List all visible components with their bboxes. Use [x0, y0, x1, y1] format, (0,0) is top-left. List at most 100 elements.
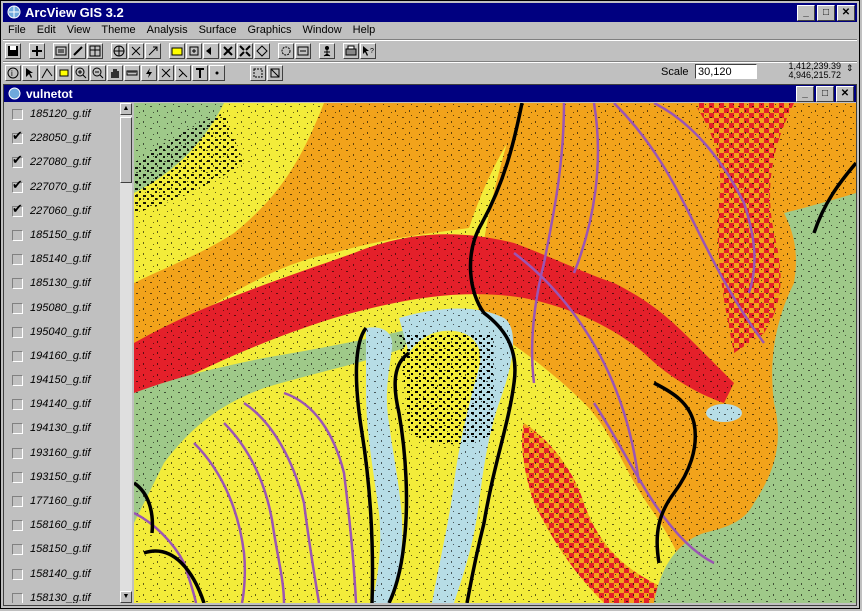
- toc-theme-item[interactable]: ✔ 227080_g.tif: [6, 151, 132, 175]
- menu-view[interactable]: View: [66, 24, 92, 40]
- menu-window[interactable]: Window: [302, 24, 343, 40]
- hotlink-tool[interactable]: [141, 65, 157, 81]
- theme-visibility-checkbox[interactable]: [12, 399, 23, 411]
- menu-surface[interactable]: Surface: [198, 24, 238, 40]
- zoom-full-extent-button[interactable]: [111, 43, 127, 59]
- theme-visibility-checkbox[interactable]: [12, 592, 23, 603]
- theme-visibility-checkbox[interactable]: [12, 229, 23, 241]
- toc-theme-item[interactable]: ✔ 227070_g.tif: [6, 176, 132, 200]
- view-maximize-button[interactable]: □: [816, 86, 834, 102]
- snap-icon: [253, 68, 263, 78]
- minimize-button[interactable]: _: [797, 5, 815, 21]
- find-button[interactable]: [254, 43, 270, 59]
- menu-theme[interactable]: Theme: [100, 24, 136, 40]
- theme-visibility-checkbox[interactable]: [12, 375, 23, 387]
- menu-graphics[interactable]: Graphics: [247, 24, 293, 40]
- toc-theme-item[interactable]: 194140_g.tif: [6, 393, 132, 417]
- theme-visibility-checkbox[interactable]: [12, 496, 23, 507]
- general-snap-tool[interactable]: [267, 65, 283, 81]
- pointer-tool[interactable]: [22, 65, 38, 81]
- help-button[interactable]: ?: [360, 43, 376, 59]
- print-button[interactable]: [343, 43, 359, 59]
- toc-theme-item[interactable]: 194160_g.tif: [6, 345, 132, 369]
- arrow-pointer-icon: [26, 68, 33, 78]
- zoom-in-button[interactable]: [186, 43, 202, 59]
- theme-visibility-checkbox[interactable]: [12, 423, 23, 435]
- toc-theme-item[interactable]: 195040_g.tif: [6, 321, 132, 345]
- theme-visibility-checkbox[interactable]: [12, 302, 23, 314]
- vertex-edit-tool[interactable]: [39, 65, 55, 81]
- menu-analysis[interactable]: Analysis: [146, 24, 189, 40]
- theme-visibility-checkbox[interactable]: [12, 278, 23, 290]
- zoom-out-tool[interactable]: [90, 65, 106, 81]
- add-theme-button[interactable]: [29, 43, 45, 59]
- draw-point-tool[interactable]: [209, 65, 225, 81]
- scroll-down-button[interactable]: ▼: [120, 591, 132, 603]
- view-titlebar[interactable]: vulnetot _ □ ✕: [4, 85, 856, 102]
- identify-tool[interactable]: i: [5, 65, 21, 81]
- view-minimize-button[interactable]: _: [796, 86, 814, 102]
- theme-visibility-checkbox[interactable]: [12, 471, 23, 483]
- toc-theme-item[interactable]: 158140_g.tif: [6, 563, 132, 587]
- theme-label: 158160_g.tif: [30, 519, 91, 532]
- text-tool[interactable]: [192, 65, 208, 81]
- menu-file[interactable]: File: [7, 24, 27, 40]
- snap-tool[interactable]: [250, 65, 266, 81]
- toc-theme-item[interactable]: 194130_g.tif: [6, 417, 132, 441]
- query-builder-button[interactable]: [278, 43, 294, 59]
- coordinate-arrows-icon: ⇕: [846, 63, 854, 73]
- map-display[interactable]: [134, 103, 856, 603]
- toc-theme-item[interactable]: 158150_g.tif: [6, 538, 132, 562]
- toc-theme-item[interactable]: 185130_g.tif: [6, 272, 132, 296]
- scroll-thumb[interactable]: [120, 117, 132, 183]
- theme-visibility-checkbox[interactable]: [12, 568, 23, 580]
- toc-theme-item[interactable]: 194150_g.tif: [6, 369, 132, 393]
- toc-theme-item[interactable]: 158130_g.tif: [6, 587, 132, 603]
- select-feature-tool[interactable]: [56, 65, 72, 81]
- open-table-button[interactable]: [87, 43, 103, 59]
- toc-scrollbar[interactable]: ▲ ▼: [120, 103, 132, 603]
- pan-extent-button[interactable]: [237, 43, 253, 59]
- toc-theme-item[interactable]: 195080_g.tif: [6, 297, 132, 321]
- hot-link-button[interactable]: [319, 43, 335, 59]
- close-button[interactable]: ✕: [837, 5, 855, 21]
- clear-selection-button[interactable]: [220, 43, 236, 59]
- theme-visibility-checkbox[interactable]: [12, 326, 23, 338]
- save-project-button[interactable]: [5, 43, 21, 59]
- pan-tool[interactable]: [107, 65, 123, 81]
- measure-tool[interactable]: [124, 65, 140, 81]
- theme-visibility-checkbox[interactable]: [12, 109, 23, 120]
- menu-edit[interactable]: Edit: [36, 24, 57, 40]
- theme-visibility-checkbox[interactable]: [12, 520, 23, 532]
- toc-theme-item[interactable]: 193160_g.tif: [6, 442, 132, 466]
- query-builder-icon: [281, 46, 291, 56]
- maximize-button[interactable]: □: [817, 5, 835, 21]
- toc-theme-item[interactable]: 185140_g.tif: [6, 248, 132, 272]
- locate-address-button[interactable]: [295, 43, 311, 59]
- zoom-selected-button[interactable]: [145, 43, 161, 59]
- toc-theme-item[interactable]: 185120_g.tif: [6, 103, 132, 127]
- area-of-interest-tool[interactable]: [158, 65, 174, 81]
- scale-input[interactable]: [695, 64, 757, 79]
- zoom-in-tool[interactable]: [73, 65, 89, 81]
- select-features-button[interactable]: [169, 43, 185, 59]
- toc-theme-item[interactable]: ✔ 228050_g.tif: [6, 127, 132, 151]
- toc-theme-item[interactable]: 193150_g.tif: [6, 466, 132, 490]
- zoom-active-theme-button[interactable]: [128, 43, 144, 59]
- theme-visibility-checkbox[interactable]: [12, 447, 23, 459]
- theme-visibility-checkbox[interactable]: [12, 350, 23, 362]
- scroll-up-button[interactable]: ▲: [120, 103, 132, 115]
- theme-visibility-checkbox[interactable]: [12, 254, 23, 266]
- toc-theme-item[interactable]: ✔ 227060_g.tif: [6, 200, 132, 224]
- zoom-previous-button[interactable]: [203, 43, 219, 59]
- theme-visibility-checkbox[interactable]: [12, 544, 23, 556]
- theme-properties-button[interactable]: [53, 43, 69, 59]
- label-tool[interactable]: [175, 65, 191, 81]
- menu-help[interactable]: Help: [352, 24, 377, 40]
- toc-theme-item[interactable]: 185150_g.tif: [6, 224, 132, 248]
- toc-theme-item[interactable]: 158160_g.tif: [6, 514, 132, 538]
- app-titlebar[interactable]: ArcView GIS 3.2 _ □ ✕: [3, 3, 857, 22]
- edit-legend-button[interactable]: [70, 43, 86, 59]
- view-close-button[interactable]: ✕: [836, 86, 854, 102]
- toc-theme-item[interactable]: 177160_g.tif: [6, 490, 132, 514]
